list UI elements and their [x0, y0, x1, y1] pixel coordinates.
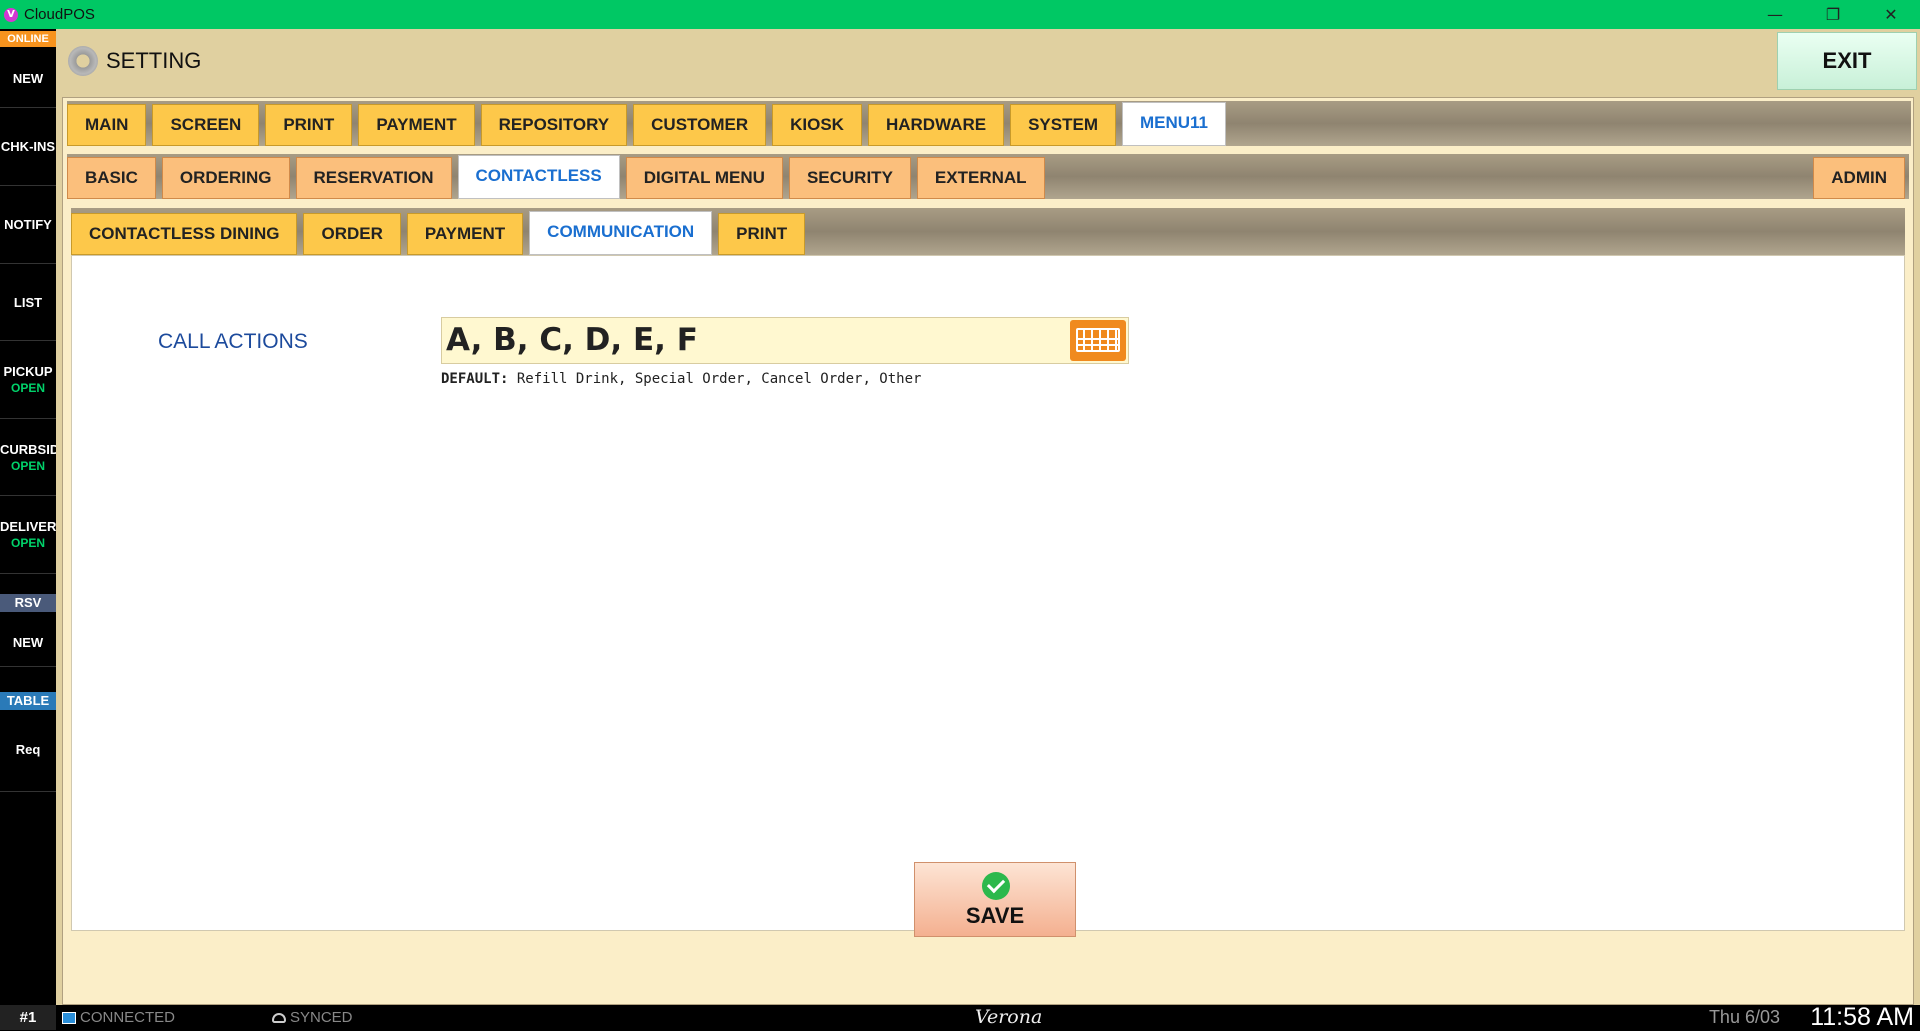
close-icon[interactable]: ✕	[1862, 0, 1920, 29]
sidebar-item-req[interactable]: Req	[0, 715, 56, 792]
tab-menu11[interactable]: MENU11	[1121, 102, 1227, 146]
sidebar-item-delivery[interactable]: DELIVER OPEN	[0, 496, 56, 574]
save-button-label: SAVE	[965, 903, 1025, 928]
sidebar-item-pickup[interactable]: PICKUP OPEN	[0, 341, 56, 419]
minimize-icon[interactable]: —	[1746, 0, 1804, 29]
sidebar-item-new[interactable]: NEW	[0, 49, 56, 108]
sidebar-item-status: OPEN	[10, 459, 45, 473]
sidebar-item-status: OPEN	[10, 381, 45, 395]
default-value: Refill Drink, Special Order, Cancel Orde…	[516, 371, 922, 387]
settings-panel: MAIN SCREEN PRINT PAYMENT REPOSITORY CUS…	[62, 97, 1914, 1005]
network-icon	[62, 1012, 76, 1025]
tab-hardware[interactable]: HARDWARE	[867, 104, 1005, 146]
tab-system[interactable]: SYSTEM	[1010, 104, 1116, 146]
sidebar-item-label: CHK-INS	[0, 139, 56, 154]
sync-status: SYNCED	[272, 1005, 353, 1030]
table-section-label: TABLE	[0, 692, 56, 710]
left-sidebar: ONLINE NEW CHK-INS NOTIFY LIST PICKUP OP…	[0, 29, 56, 1005]
sync-label: SYNCED	[290, 1009, 353, 1026]
store-name: Verona	[975, 1006, 1043, 1028]
tab-customer[interactable]: CUSTOMER	[633, 104, 767, 146]
window-titlebar: V CloudPOS — ❐ ✕	[0, 0, 1920, 29]
tab-main[interactable]: MAIN	[67, 104, 147, 146]
status-bar: #1 CONNECTED SYNCED Verona Thu 6/03 11:5…	[0, 1005, 1920, 1030]
sidebar-item-status: OPEN	[10, 536, 45, 550]
sidebar-item-curbside[interactable]: CURBSID OPEN	[0, 419, 56, 496]
tab-order[interactable]: ORDER	[303, 213, 401, 255]
cloudpos-app-icon: V	[4, 7, 18, 22]
tab-reservation[interactable]: RESERVATION	[295, 157, 452, 199]
communication-settings: CALL ACTIONS A, B, C, D, E, F DEFAULT: R…	[71, 255, 1905, 937]
main-area: SETTING EXIT MAIN SCREEN PRINT PAYMENT R…	[56, 29, 1920, 1005]
tab-basic[interactable]: BASIC	[67, 157, 156, 199]
tab-digital-menu[interactable]: DIGITAL MENU	[625, 157, 783, 199]
sidebar-item-label: PICKUP	[3, 364, 53, 379]
connection-label: CONNECTED	[80, 1009, 176, 1026]
sidebar-item-label: NEW	[12, 635, 44, 650]
tab-kiosk[interactable]: KIOSK	[772, 104, 862, 146]
sidebar-item-list[interactable]: LIST	[0, 264, 56, 341]
online-status-badge: ONLINE	[0, 31, 56, 47]
page-title: SETTING	[106, 48, 202, 73]
tab-contactless-dining[interactable]: CONTACTLESS DINING	[71, 213, 298, 255]
tab-payment[interactable]: PAYMENT	[358, 104, 475, 146]
tab-contactless-print[interactable]: PRINT	[718, 213, 806, 255]
sidebar-item-label: CURBSID	[0, 442, 56, 457]
tab-print[interactable]: PRINT	[265, 104, 353, 146]
current-date: Thu 6/03	[1708, 1007, 1780, 1027]
sub-tab-bar: BASIC ORDERING RESERVATION CONTACTLESS D…	[67, 154, 1909, 199]
call-actions-label: CALL ACTIONS	[158, 330, 308, 353]
sidebar-item-notify[interactable]: NOTIFY	[0, 186, 56, 264]
tab-repository[interactable]: REPOSITORY	[480, 104, 628, 146]
current-time: 11:58 AM	[1810, 1003, 1914, 1031]
checkmark-icon	[982, 872, 1010, 900]
cloud-icon	[272, 1013, 286, 1024]
station-number: #1	[0, 1005, 56, 1030]
exit-button[interactable]: EXIT	[1777, 32, 1917, 90]
call-actions-input[interactable]: A, B, C, D, E, F	[441, 317, 1129, 364]
save-button[interactable]: SAVE	[914, 862, 1076, 937]
sidebar-item-label: NOTIFY	[4, 217, 52, 232]
tab-admin[interactable]: ADMIN	[1813, 157, 1905, 199]
tab-external[interactable]: EXTERNAL	[916, 157, 1045, 199]
main-tab-bar: MAIN SCREEN PRINT PAYMENT REPOSITORY CUS…	[67, 101, 1911, 146]
tab-contactless[interactable]: CONTACTLESS	[457, 155, 620, 199]
restore-icon[interactable]: ❐	[1804, 0, 1862, 29]
sidebar-item-rsv-new[interactable]: NEW	[0, 619, 56, 667]
call-actions-default-hint: DEFAULT: Refill Drink, Special Order, Ca…	[441, 371, 921, 387]
default-prefix: DEFAULT:	[441, 371, 509, 387]
tab-security[interactable]: SECURITY	[788, 157, 911, 199]
tab-screen[interactable]: SCREEN	[152, 104, 260, 146]
sidebar-item-label: LIST	[13, 295, 43, 310]
keyboard-icon[interactable]	[1070, 320, 1126, 361]
sidebar-item-label: DELIVER	[0, 519, 56, 534]
page-header: SETTING EXIT	[56, 29, 1920, 93]
tab-ordering[interactable]: ORDERING	[161, 157, 290, 199]
sidebar-item-label: NEW	[12, 71, 44, 86]
tab-communication[interactable]: COMMUNICATION	[529, 211, 713, 255]
reservation-section-label: RSV	[0, 594, 56, 612]
sidebar-item-chk-ins[interactable]: CHK-INS	[0, 108, 56, 186]
tab-contactless-payment[interactable]: PAYMENT	[406, 213, 524, 255]
window-title: CloudPOS	[24, 6, 95, 23]
contactless-tab-bar: CONTACTLESS DINING ORDER PAYMENT COMMUNI…	[71, 208, 1905, 255]
sidebar-item-label: Req	[15, 742, 41, 757]
call-actions-value: A, B, C, D, E, F	[446, 322, 698, 358]
connection-status: CONNECTED	[62, 1005, 175, 1030]
gear-icon	[68, 46, 98, 76]
